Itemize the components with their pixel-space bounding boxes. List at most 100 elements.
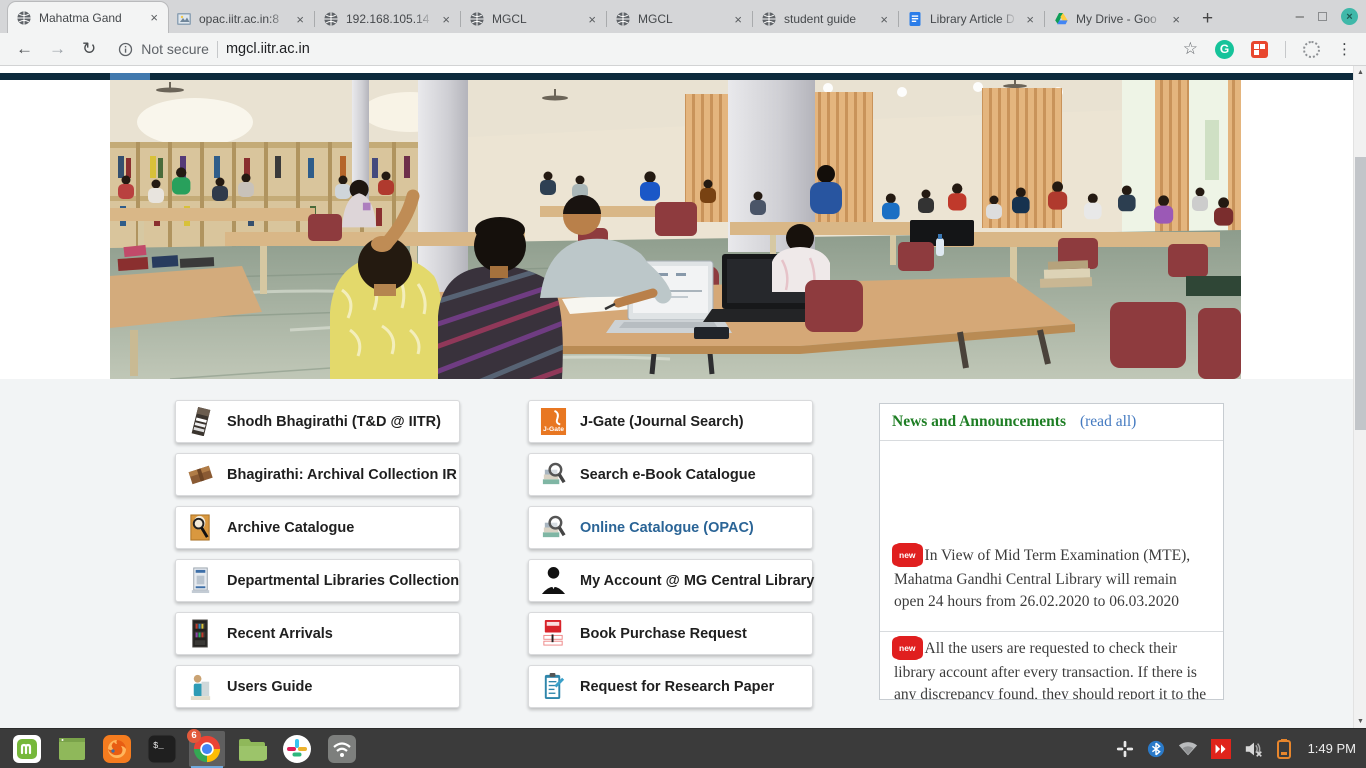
library-hero-photo xyxy=(110,80,1241,379)
tab-title: opac.iitr.ac.in:8 xyxy=(199,12,287,26)
window-close-button[interactable]: × xyxy=(1341,8,1358,25)
book-purchase-icon xyxy=(540,619,567,648)
page-scrollbar[interactable]: ▲ ▼ xyxy=(1353,66,1366,728)
wifi-tray-icon[interactable] xyxy=(1178,741,1198,757)
mint-logo-icon xyxy=(12,734,42,764)
account-person-icon xyxy=(540,566,567,595)
bookmark-star-icon[interactable]: ☆ xyxy=(1183,39,1198,59)
news-item[interactable]: newAll the users are requested to check … xyxy=(880,632,1223,700)
image-favicon-icon xyxy=(176,11,192,27)
page-info-icon[interactable] xyxy=(118,42,133,57)
link-button-ebook-catalogue[interactable]: Search e-Book Catalogue xyxy=(528,453,813,496)
browser-toolbar: ← → ↻ Not secure mgcl.iitr.ac.in ☆ G ⋮ xyxy=(0,33,1366,66)
chrome-notification-badge: 6 xyxy=(187,729,201,743)
tab-my-drive[interactable]: My Drive - Goo × xyxy=(1045,5,1190,33)
anydesk-tray-icon[interactable] xyxy=(1211,739,1231,759)
address-bar[interactable]: Not secure mgcl.iitr.ac.in xyxy=(118,41,310,58)
link-button-research-paper[interactable]: Request for Research Paper xyxy=(528,665,813,708)
browser-tab-strip: Mahatma Gand × opac.iitr.ac.in:8 × 192.1… xyxy=(0,0,1366,33)
tab-ip-address[interactable]: 192.168.105.14 × xyxy=(315,5,460,33)
link-button-label: Request for Research Paper xyxy=(580,679,774,695)
tab-close-icon[interactable]: × xyxy=(586,12,598,27)
extension-grid-icon[interactable] xyxy=(1251,41,1268,58)
news-title: News and Announcements xyxy=(892,413,1066,431)
file-manager-launcher[interactable] xyxy=(234,731,270,767)
tab-mgcl-1[interactable]: MGCL × xyxy=(461,5,606,33)
site-nav-bar xyxy=(0,73,1353,80)
tab-close-icon[interactable]: × xyxy=(1170,12,1182,27)
tab-close-icon[interactable]: × xyxy=(1024,12,1036,27)
archive-catalogue-icon xyxy=(187,513,214,542)
book-search-icon xyxy=(540,513,567,542)
slack-icon xyxy=(282,734,312,764)
link-button-bhagirathi-archival[interactable]: Bhagirathi: Archival Collection IR xyxy=(175,453,460,496)
new-tab-button[interactable]: + xyxy=(1202,8,1213,30)
link-button-users-guide[interactable]: Users Guide xyxy=(175,665,460,708)
library-photo-illustration xyxy=(110,80,1241,379)
forward-button[interactable]: → xyxy=(49,39,66,59)
reload-button[interactable]: ↻ xyxy=(82,39,96,59)
tab-mgcl-home[interactable]: Mahatma Gand × xyxy=(8,2,168,33)
slack-launcher[interactable] xyxy=(279,731,315,767)
link-button-label: J-Gate (Journal Search) xyxy=(580,414,744,430)
archive-parcel-icon xyxy=(187,460,214,489)
tab-close-icon[interactable]: × xyxy=(440,12,452,27)
back-button[interactable]: ← xyxy=(16,39,33,59)
departmental-kiosk-icon xyxy=(187,566,214,595)
network-settings-launcher[interactable] xyxy=(324,731,360,767)
users-guide-icon xyxy=(187,672,214,701)
url-text[interactable]: mgcl.iitr.ac.in xyxy=(226,41,310,57)
volume-muted-icon[interactable] xyxy=(1244,740,1264,758)
grammarly-extension-icon[interactable]: G xyxy=(1215,40,1234,59)
globe-favicon-icon xyxy=(469,11,485,27)
extension-circle-icon[interactable] xyxy=(1303,41,1320,58)
toolbar-right: ☆ G ⋮ xyxy=(1183,39,1352,59)
news-panel: News and Announcements (read all) newIn … xyxy=(879,403,1224,700)
jgate-logo-icon: J-Gate xyxy=(540,407,567,436)
tab-close-icon[interactable]: × xyxy=(732,12,744,27)
news-item[interactable]: newIn View of Mid Term Examination (MTE)… xyxy=(880,539,1223,623)
window-minimize-button[interactable]: – xyxy=(1296,9,1304,24)
link-column-left: Shodh Bhagirathi (T&D @ IITR) Bhagirathi… xyxy=(175,400,460,718)
link-button-shodh-bhagirathi[interactable]: Shodh Bhagirathi (T&D @ IITR) xyxy=(175,400,460,443)
link-button-opac[interactable]: Online Catalogue (OPAC) xyxy=(528,506,813,549)
window-maximize-button[interactable] xyxy=(1318,12,1327,21)
browser-menu-icon[interactable]: ⋮ xyxy=(1337,40,1352,58)
link-button-recent-arrivals[interactable]: Recent Arrivals xyxy=(175,612,460,655)
tab-mgcl-2[interactable]: MGCL × xyxy=(607,5,752,33)
chrome-launcher[interactable]: 6 xyxy=(189,731,225,767)
firefox-launcher[interactable] xyxy=(99,731,135,767)
tab-student-guide[interactable]: student guide × xyxy=(753,5,898,33)
mint-menu-button[interactable] xyxy=(9,731,45,767)
news-item-text: In View of Mid Term Examination (MTE), M… xyxy=(894,547,1190,610)
tab-close-icon[interactable]: × xyxy=(878,12,890,27)
desktop-window-icon xyxy=(58,737,86,761)
site-nav-active-item[interactable] xyxy=(110,73,150,80)
tab-title: student guide xyxy=(784,12,871,26)
link-button-archive-catalogue[interactable]: Archive Catalogue xyxy=(175,506,460,549)
link-button-book-purchase[interactable]: Book Purchase Request xyxy=(528,612,813,655)
battery-tray-icon[interactable] xyxy=(1277,739,1291,759)
scroll-up-arrow[interactable]: ▲ xyxy=(1354,66,1366,79)
link-button-label: Departmental Libraries Collection xyxy=(227,573,459,589)
tab-title: 192.168.105.14 xyxy=(346,12,433,26)
bluetooth-tray-icon[interactable] xyxy=(1147,740,1165,758)
link-button-label: Shodh Bhagirathi (T&D @ IITR) xyxy=(227,414,441,430)
recent-arrivals-shelf-icon xyxy=(187,619,214,648)
news-read-all-link[interactable]: (read all) xyxy=(1080,413,1136,431)
taskbar-clock[interactable]: 1:49 PM xyxy=(1308,741,1356,756)
folder-icon xyxy=(237,736,267,762)
tab-close-icon[interactable]: × xyxy=(294,12,306,27)
link-button-jgate[interactable]: J-Gate J-Gate (Journal Search) xyxy=(528,400,813,443)
show-desktop-button[interactable] xyxy=(54,731,90,767)
security-label: Not secure xyxy=(141,41,209,57)
tab-library-article[interactable]: Library Article D × xyxy=(899,5,1044,33)
link-button-my-account[interactable]: My Account @ MG Central Library xyxy=(528,559,813,602)
tab-close-icon[interactable]: × xyxy=(148,10,160,25)
terminal-launcher[interactable]: $_ xyxy=(144,731,180,767)
scrollbar-thumb[interactable] xyxy=(1355,157,1366,430)
slack-tray-icon[interactable] xyxy=(1116,740,1134,758)
scroll-down-arrow[interactable]: ▼ xyxy=(1354,715,1366,728)
link-button-departmental-libraries[interactable]: Departmental Libraries Collection xyxy=(175,559,460,602)
tab-opac[interactable]: opac.iitr.ac.in:8 × xyxy=(168,5,314,33)
